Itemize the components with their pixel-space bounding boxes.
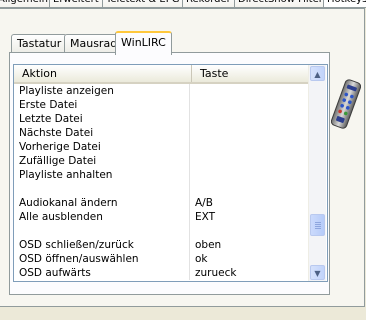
hotkey-list[interactable]: Aktion Taste Playliste anzeigen Erste Dat… bbox=[13, 64, 328, 282]
outer-tab-rekorder[interactable]: Rekorder bbox=[182, 0, 235, 8]
column-header-taste[interactable]: Taste bbox=[192, 65, 308, 82]
key-cell bbox=[195, 182, 305, 196]
scroll-thumb[interactable] bbox=[310, 214, 325, 236]
table-row[interactable]: OSD öffnen/auswählen ok bbox=[14, 252, 308, 266]
table-row[interactable]: Playliste anhalten bbox=[14, 168, 308, 182]
outer-tab-erweitert[interactable]: Erweitert bbox=[49, 0, 103, 8]
action-cell: Nächste Datei bbox=[14, 126, 190, 140]
action-cell: Alle ausblenden bbox=[14, 210, 190, 224]
grip-line bbox=[315, 226, 321, 227]
key-cell bbox=[195, 224, 305, 238]
key-cell bbox=[195, 84, 305, 98]
action-cell: Audiokanal ändern bbox=[14, 196, 190, 210]
action-cell bbox=[14, 224, 190, 238]
arrow-up-icon[interactable]: ▲ bbox=[310, 66, 325, 81]
table-row[interactable]: Alle ausblenden EXT bbox=[14, 210, 308, 224]
table-row[interactable]: Letzte Datei bbox=[14, 112, 308, 126]
table-row[interactable]: Zufällige Datei bbox=[14, 154, 308, 168]
key-cell: EXT bbox=[195, 211, 216, 223]
table-row[interactable]: Erste Datei bbox=[14, 98, 308, 112]
outer-tab-directshow-filter[interactable]: DirectShow Filter bbox=[234, 0, 327, 8]
action-cell: Letzte Datei bbox=[14, 112, 190, 126]
key-cell: oben bbox=[195, 239, 222, 251]
key-cell: zurueck bbox=[195, 267, 237, 279]
action-cell: Zufällige Datei bbox=[14, 154, 190, 168]
action-cell bbox=[14, 182, 190, 196]
tab-tastatur[interactable]: Tastatur bbox=[11, 34, 68, 53]
action-cell: Playliste anhalten bbox=[14, 168, 190, 182]
table-row[interactable]: Audiokanal ändern A/B bbox=[14, 196, 308, 210]
tab-winlirc[interactable]: WinLIRC bbox=[115, 31, 172, 55]
table-row[interactable]: Nächste Datei bbox=[14, 126, 308, 140]
key-cell bbox=[195, 168, 305, 182]
remote-control-icon bbox=[331, 79, 361, 129]
grip-line bbox=[315, 224, 321, 225]
table-row[interactable]: Playliste anzeigen bbox=[14, 84, 308, 98]
list-rows: Playliste anzeigen Erste Datei Letzte Date… bbox=[14, 84, 308, 280]
key-cell bbox=[195, 154, 305, 168]
key-cell bbox=[195, 126, 305, 140]
action-cell: Vorherige Datei bbox=[14, 140, 190, 154]
table-row[interactable] bbox=[14, 182, 308, 196]
vertical-scrollbar[interactable]: ▲ ▼ bbox=[308, 65, 326, 281]
key-cell bbox=[195, 112, 305, 126]
column-header-aktion[interactable]: Aktion bbox=[14, 65, 192, 82]
action-cell: OSD schließen/zurück bbox=[14, 238, 190, 252]
key-cell bbox=[195, 98, 305, 112]
table-row[interactable]: OSD aufwärts zurueck bbox=[14, 266, 308, 280]
arrow-down-icon[interactable]: ▼ bbox=[310, 265, 325, 280]
action-cell: Playliste anzeigen bbox=[14, 84, 190, 98]
table-row[interactable]: OSD schließen/zurück oben bbox=[14, 238, 308, 252]
table-row[interactable] bbox=[14, 224, 308, 238]
key-cell: ok bbox=[195, 253, 208, 265]
table-row[interactable]: Vorherige Datei bbox=[14, 140, 308, 154]
grip-line bbox=[315, 228, 321, 229]
grip-line bbox=[315, 222, 321, 223]
action-cell: OSD öffnen/auswählen bbox=[14, 252, 190, 266]
action-cell: OSD aufwärts bbox=[14, 266, 190, 280]
key-cell bbox=[195, 140, 305, 154]
outer-tab-allgemein[interactable]: Allgemein bbox=[0, 0, 52, 8]
outer-tab-hotkeys[interactable]: Hotkeys bbox=[323, 0, 366, 8]
key-cell: A/B bbox=[195, 197, 213, 209]
action-cell: Erste Datei bbox=[14, 98, 190, 112]
outer-tab-teletext-epg[interactable]: Teletext & EPG bbox=[102, 0, 184, 8]
list-header: Aktion Taste bbox=[14, 65, 308, 84]
